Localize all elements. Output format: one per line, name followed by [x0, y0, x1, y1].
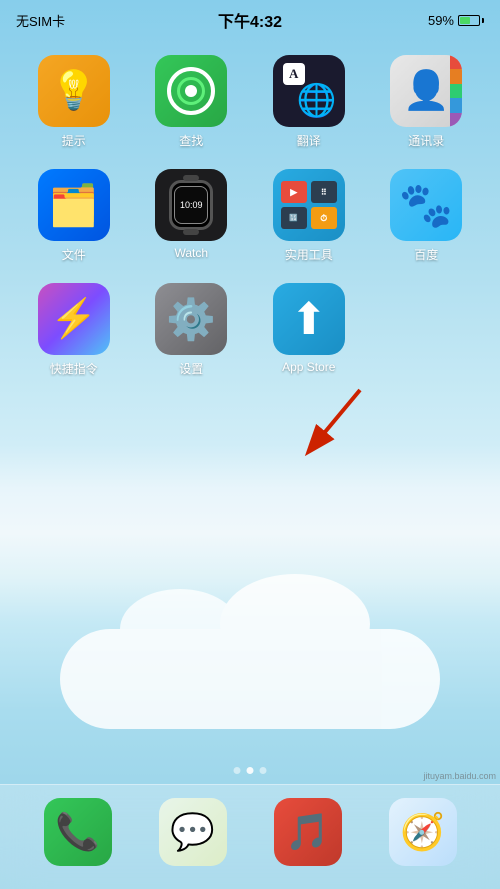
- app-label-utility: 实用工具: [285, 246, 333, 263]
- app-icon-appstore: ⬆: [273, 283, 345, 355]
- baidu-paw-icon: 🐾: [399, 179, 454, 231]
- shortcuts-icon: ⚡: [50, 297, 97, 341]
- dock-safari-icon: 🧭: [389, 798, 457, 866]
- app-label-watch: Watch: [174, 246, 208, 260]
- app-label-settings: 设置: [179, 360, 203, 377]
- person-icon: 👤: [403, 69, 450, 113]
- app-label-chazhao: 查找: [179, 132, 203, 149]
- battery-icon: [458, 15, 484, 26]
- app-grid: 💡 提示 查找 A 🌐 翻译 👤: [0, 55, 500, 377]
- app-icon-files: 🗂️: [38, 169, 110, 241]
- dock-music-icon: 🎵: [274, 798, 342, 866]
- carrier-label: 无SIM卡: [16, 11, 65, 30]
- app-watch[interactable]: 10:09 Watch: [138, 169, 246, 263]
- app-label-files: 文件: [62, 246, 86, 263]
- app-label-contacts: 通讯录: [408, 132, 444, 149]
- dock-messages-icon: 💬: [159, 798, 227, 866]
- app-icon-chazhao: [155, 55, 227, 127]
- status-bar: 无SIM卡 下午4:32 59%: [0, 0, 500, 40]
- app-label-fanyi: 翻译: [297, 132, 321, 149]
- folder-icon: 🗂️: [49, 182, 99, 229]
- bulb-icon: 💡: [50, 69, 97, 113]
- dock-phone-icon: 📞: [44, 798, 112, 866]
- app-label-tishi: 提示: [62, 132, 86, 149]
- arrow-annotation: [290, 380, 380, 475]
- battery-percent: 59%: [428, 13, 454, 28]
- dock-music[interactable]: 🎵: [274, 798, 342, 866]
- app-label-baidu: 百度: [414, 246, 438, 263]
- dock: 📞 💬 🎵 🧭: [0, 784, 500, 889]
- page-dot-1[interactable]: [234, 767, 241, 774]
- app-appstore[interactable]: ⬆ App Store: [255, 283, 363, 377]
- watermark: jituyam.baidu.com: [423, 771, 496, 781]
- app-icon-shortcuts: ⚡: [38, 283, 110, 355]
- globe-icon: 🌐: [297, 81, 337, 119]
- watch-face-icon: 10:09: [169, 180, 213, 230]
- page-dots: [234, 767, 267, 774]
- page-dot-3[interactable]: [260, 767, 267, 774]
- app-icon-fanyi: A 🌐: [273, 55, 345, 127]
- cloud-decoration: [50, 609, 450, 729]
- app-icon-baidu: 🐾: [390, 169, 462, 241]
- app-fanyi[interactable]: A 🌐 翻译: [255, 55, 363, 149]
- page-dot-2[interactable]: [247, 767, 254, 774]
- app-settings[interactable]: ⚙️ 设置: [138, 283, 246, 377]
- app-icon-watch: 10:09: [155, 169, 227, 241]
- app-contacts[interactable]: 👤 通讯录: [373, 55, 481, 149]
- dock-phone[interactable]: 📞: [44, 798, 112, 866]
- app-label-shortcuts: 快捷指令: [50, 360, 98, 377]
- messages-icon: 💬: [170, 811, 215, 853]
- app-chazhao[interactable]: 查找: [138, 55, 246, 149]
- app-icon-settings: ⚙️: [155, 283, 227, 355]
- app-baidu[interactable]: 🐾 百度: [373, 169, 481, 263]
- status-indicators: 59%: [428, 13, 484, 28]
- contacts-tabs: [450, 55, 462, 127]
- app-shortcuts[interactable]: ⚡ 快捷指令: [20, 283, 128, 377]
- app-files[interactable]: 🗂️ 文件: [20, 169, 128, 263]
- app-utility[interactable]: ▶ ⠿ 🔢 ⏱ 实用工具: [255, 169, 363, 263]
- utility-grid-icon: ▶ ⠿ 🔢 ⏱: [273, 173, 345, 237]
- red-arrow-icon: [290, 380, 380, 470]
- music-icon: 🎵: [285, 811, 330, 853]
- app-label-appstore: App Store: [282, 360, 335, 374]
- safari-icon: 🧭: [400, 811, 445, 853]
- find-icon: [167, 67, 215, 115]
- app-icon-tishi: 💡: [38, 55, 110, 127]
- dock-safari[interactable]: 🧭: [389, 798, 457, 866]
- app-tishi[interactable]: 💡 提示: [20, 55, 128, 149]
- appstore-a-icon: ⬆: [290, 294, 327, 345]
- app-icon-contacts: 👤: [390, 55, 462, 127]
- dock-messages[interactable]: 💬: [159, 798, 227, 866]
- app-icon-utility: ▶ ⠿ 🔢 ⏱: [273, 169, 345, 241]
- phone-icon: 📞: [55, 811, 100, 853]
- time-label: 下午4:32: [218, 8, 282, 32]
- gear-icon: ⚙️: [166, 296, 216, 343]
